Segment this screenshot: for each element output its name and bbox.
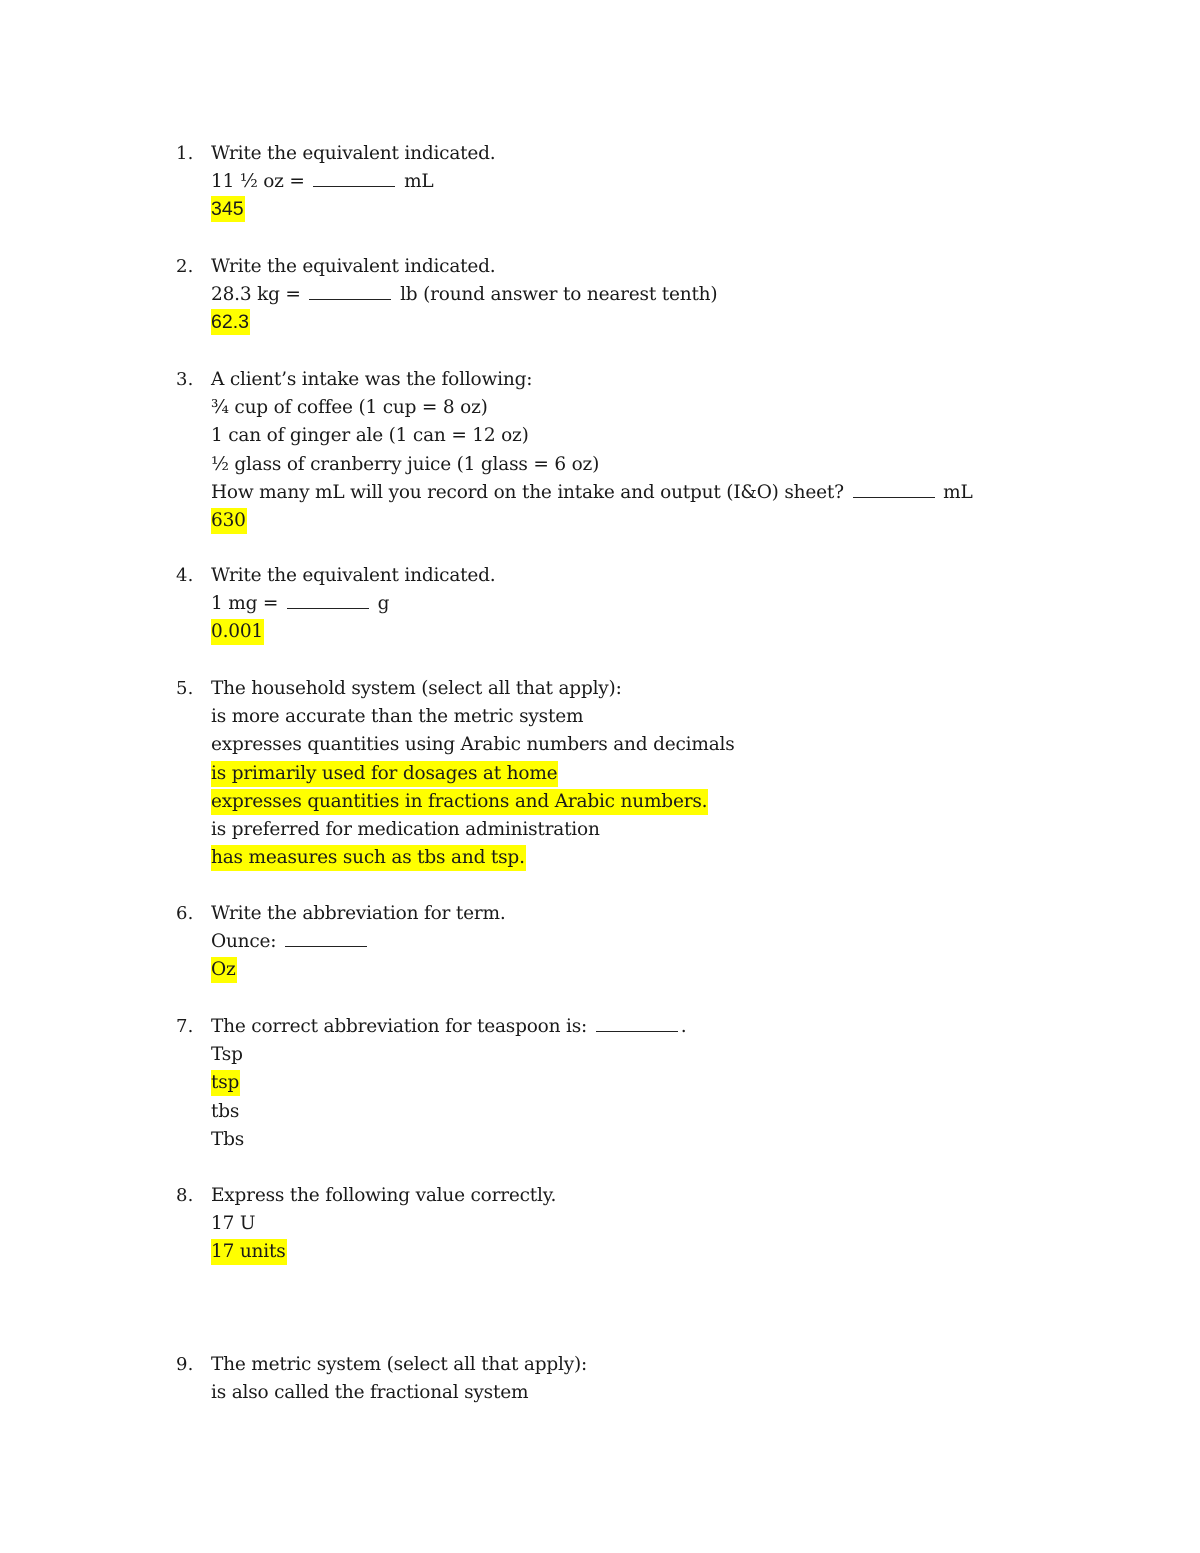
conversion-line: 1 mg = g	[211, 590, 1076, 618]
option: Tsp	[211, 1041, 1076, 1069]
question-number: 6.	[176, 903, 194, 924]
option: tbs	[211, 1098, 1076, 1126]
option: is more accurate than the metric system	[211, 703, 1076, 731]
answer-blank	[286, 590, 369, 610]
answer-line: 0.001	[211, 618, 1076, 646]
conversion-unit: g	[371, 593, 390, 615]
highlighted-answer: 345	[211, 196, 245, 223]
option-selected: is primarily used for dosages at home	[211, 760, 1076, 788]
option: is preferred for medication administrati…	[211, 816, 1076, 844]
question-prompt: Write the equivalent indicated.	[211, 256, 496, 277]
question-number: 9.	[176, 1354, 194, 1375]
option-selected: tsp	[211, 1069, 1076, 1097]
highlighted-answer: 630	[211, 507, 247, 534]
option: expresses quantities using Arabic number…	[211, 731, 1076, 759]
conversion-left: 1 mg =	[211, 593, 284, 615]
question-prompt: The correct abbreviation for teaspoon is…	[211, 1013, 1076, 1041]
option-text: Tsp	[211, 1044, 243, 1066]
option-selected: expresses quantities in fractions and Ar…	[211, 788, 1076, 816]
option-text: is preferred for medication administrati…	[211, 818, 600, 840]
question-5: 5. The household system (select all that…	[176, 675, 1076, 872]
highlighted-option-text: is primarily used for dosages at home	[211, 760, 559, 787]
answer-line: Oz	[211, 956, 1076, 984]
intake-item: ¾ cup of coffee (1 cup = 8 oz)	[211, 397, 488, 419]
option-text: is more accurate than the metric system	[211, 706, 584, 728]
answer-blank	[852, 479, 935, 498]
question-7: 7. The correct abbreviation for teaspoon…	[176, 1013, 1076, 1154]
question-6: 6. Write the abbreviation for term. Ounc…	[176, 900, 1076, 985]
option-text: tbs	[211, 1100, 240, 1122]
highlighted-answer: 17 units	[211, 1239, 287, 1266]
given-value: 17 U	[211, 1213, 256, 1235]
question-2: 2. Write the equivalent indicated. 28.3 …	[176, 253, 1076, 338]
question-prompt: Express the following value correctly.	[211, 1185, 557, 1206]
answer-blank	[285, 928, 368, 948]
question-number: 2.	[176, 256, 194, 277]
highlighted-option-text: tsp	[211, 1070, 241, 1097]
intake-item: ½ glass of cranberry juice (1 glass = 6 …	[211, 453, 600, 475]
question-3: 3. A client’s intake was the following: …	[176, 366, 1076, 535]
question-number: 1.	[176, 143, 194, 164]
option-text: is also called the fractional system	[211, 1382, 529, 1404]
question-text: How many mL will you record on the intak…	[211, 481, 850, 503]
highlighted-answer: 0.001	[211, 619, 264, 646]
option: is also called the fractional system	[211, 1379, 1076, 1407]
document-page: 1. Write the equivalent indicated. 11 ½ …	[0, 0, 1200, 1553]
question-prompt: Write the equivalent indicated.	[211, 143, 496, 164]
question-number: 7.	[176, 1016, 194, 1037]
answer-line: 630	[211, 507, 1076, 535]
prompt-period: .	[680, 1016, 687, 1037]
question-8: 8. Express the following value correctly…	[176, 1182, 1076, 1267]
question-9: 9. The metric system (select all that ap…	[176, 1351, 1076, 1407]
question-number: 4.	[176, 565, 194, 586]
option-text: Tbs	[211, 1128, 245, 1150]
highlighted-answer: 62.3	[211, 309, 250, 336]
conversion-left: 11 ½ oz =	[211, 171, 311, 193]
answer-line: 345	[211, 196, 1076, 224]
question-prompt: The household system (select all that ap…	[211, 678, 622, 699]
question-prompt: The metric system (select all that apply…	[211, 1354, 588, 1375]
intake-item: 1 can of ginger ale (1 can = 12 oz)	[211, 425, 529, 447]
question-number: 5.	[176, 678, 194, 699]
question-number: 8.	[176, 1185, 194, 1206]
answer-blank	[309, 281, 392, 301]
answer-unit: mL	[937, 481, 973, 503]
answer-blank	[595, 1013, 678, 1032]
conversion-line: 28.3 kg = lb (round answer to nearest te…	[211, 281, 1076, 309]
prompt-text: The correct abbreviation for teaspoon is…	[211, 1016, 593, 1037]
option-selected: has measures such as tbs and tsp.	[211, 844, 1076, 872]
answer-blank	[313, 168, 396, 188]
highlighted-option-text: has measures such as tbs and tsp.	[211, 845, 526, 872]
conversion-unit: lb (round answer to nearest tenth)	[394, 284, 718, 306]
question-4: 4. Write the equivalent indicated. 1 mg …	[176, 562, 1076, 647]
conversion-unit: mL	[398, 171, 434, 193]
highlighted-option-text: expresses quantities in fractions and Ar…	[211, 788, 709, 815]
term-label: Ounce:	[211, 931, 283, 953]
answer-line: 62.3	[211, 309, 1076, 337]
question-1: 1. Write the equivalent indicated. 11 ½ …	[176, 140, 1076, 225]
option: Tbs	[211, 1126, 1076, 1154]
option-text: expresses quantities using Arabic number…	[211, 734, 735, 756]
question-prompt: Write the equivalent indicated.	[211, 565, 496, 586]
highlighted-answer: Oz	[211, 957, 237, 984]
question-number: 3.	[176, 369, 194, 390]
question-line: How many mL will you record on the intak…	[211, 479, 1076, 507]
conversion-left: 28.3 kg =	[211, 284, 307, 306]
question-prompt: Write the abbreviation for term.	[211, 903, 506, 924]
answer-line: 17 units	[211, 1238, 1076, 1266]
conversion-line: 11 ½ oz = mL	[211, 168, 1076, 196]
question-prompt: A client’s intake was the following:	[211, 369, 533, 390]
term-line: Ounce:	[211, 928, 1076, 956]
